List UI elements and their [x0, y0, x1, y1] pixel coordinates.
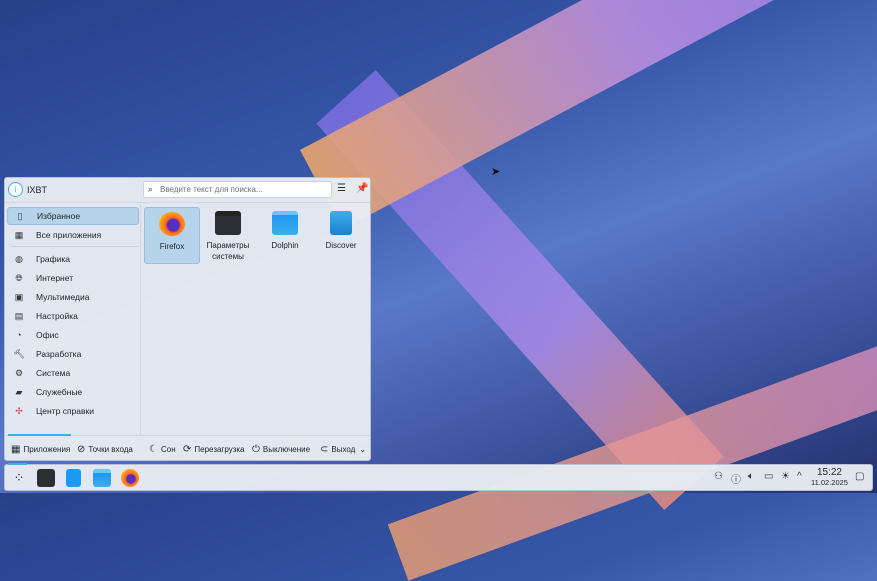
- display-icon[interactable]: ▭: [764, 471, 773, 482]
- tab-applications[interactable]: ▦ Приложения: [11, 444, 70, 455]
- sidebar-item-favorites[interactable]: ▯ Избранное: [7, 207, 139, 225]
- wallpaper-shape: [300, 0, 877, 230]
- app-system-settings[interactable]: Параметры системы: [200, 207, 256, 264]
- system-icon: ⚙: [14, 367, 24, 378]
- menu-footer: ▦ Приложения ⊘ Точки входа ☾ Сон ⟳ Перезагру…: [5, 434, 370, 462]
- sidebar-item-multimedia[interactable]: ▣ Мультимедиа: [7, 288, 139, 306]
- taskbar-discover[interactable]: [66, 469, 81, 487]
- sidebar-item-label: Настройка: [36, 311, 78, 321]
- grid-icon: ▦: [14, 229, 24, 240]
- brightness-icon[interactable]: ☀: [781, 471, 790, 482]
- development-icon: 🔨︎: [13, 348, 25, 359]
- mouse-cursor-icon: ➤: [491, 166, 501, 178]
- chevron-up-icon[interactable]: ^: [797, 471, 802, 482]
- kde-launcher-icon[interactable]: ⁘: [10, 469, 28, 487]
- sidebar-item-label: Интернет: [36, 273, 74, 283]
- sidebar-item-label: Система: [36, 368, 71, 378]
- divider: [10, 246, 138, 247]
- logout-icon: ⊂: [320, 444, 329, 455]
- active-tab-indicator: [8, 434, 71, 436]
- sidebar-item-internet[interactable]: 🌐︎ Интернет: [7, 269, 139, 287]
- taskbar-system-settings[interactable]: [37, 469, 55, 487]
- search-icon: ⌕: [148, 184, 154, 194]
- app-discover[interactable]: Discover: [313, 207, 369, 264]
- sidebar-item-all-apps[interactable]: ▦ Все приложения: [7, 226, 139, 244]
- button-label: Сон: [160, 445, 176, 454]
- sidebar-item-label: Офис: [36, 330, 59, 340]
- sidebar-item-label: Мультимедиа: [36, 292, 90, 302]
- office-icon: ◔: [16, 330, 22, 340]
- sidebar-item-label: Графика: [36, 254, 70, 264]
- utilities-icon: ▰: [15, 386, 23, 397]
- clock-time: 15:22: [816, 467, 842, 478]
- sidebar-item-settings[interactable]: ▤ Настройка: [7, 307, 139, 325]
- sidebar-item-system[interactable]: ⚙ Система: [7, 364, 139, 382]
- sidebar-item-help[interactable]: ✣ Центр справки: [7, 402, 139, 420]
- sidebar-item-label: Избранное: [37, 211, 81, 221]
- show-desktop-icon[interactable]: ▢: [855, 471, 864, 482]
- bookmark-icon: ▯: [17, 210, 23, 221]
- sidebar-item-development[interactable]: 🔨︎ Разработка: [7, 345, 139, 363]
- sidebar-item-label: Все приложения: [36, 230, 102, 240]
- help-icon: ✣: [15, 405, 23, 416]
- tab-label: Точки входа: [88, 445, 133, 454]
- sleep-button[interactable]: ☾ Сон: [149, 444, 176, 455]
- sidebar-item-utilities[interactable]: ▰ Служебные: [7, 383, 139, 401]
- grid-icon: ▦: [11, 444, 21, 455]
- restart-button[interactable]: ⟳ Перезагрузка: [183, 444, 245, 455]
- app-label: Параметры системы: [206, 241, 250, 261]
- app-dolphin[interactable]: Dolphin: [257, 207, 313, 264]
- app-label: Firefox: [159, 242, 185, 251]
- sidebar-item-label: Центр справки: [36, 406, 94, 416]
- graphics-icon: ◍: [15, 253, 23, 264]
- tab-label: Приложения: [23, 445, 71, 454]
- logout-button[interactable]: ⊂ Выход ⌄: [320, 444, 366, 455]
- restart-icon: ⟳: [183, 444, 192, 455]
- updates-icon[interactable]: ⓘ: [731, 471, 741, 486]
- button-label: Выключение: [262, 445, 311, 454]
- sidebar-item-office[interactable]: ◔ Офис: [7, 326, 139, 344]
- sidebar-item-label: Разработка: [36, 349, 82, 359]
- taskbar: ⁘ ⚇ ⓘ 🔈︎ ▭ ☀ ^ 15:22 11.02.2025 ▢: [4, 463, 873, 491]
- clock-date: 11.02.2025: [811, 478, 848, 487]
- sidebar-item-label: Служебные: [36, 387, 83, 397]
- moon-icon: ☾: [149, 444, 158, 455]
- search-input[interactable]: ⌕ Введите текст для поиска...: [143, 181, 332, 198]
- network-icon[interactable]: ⚇: [714, 471, 723, 482]
- compass-icon: ⊘: [77, 444, 86, 455]
- shutdown-button[interactable]: ⏻ Выключение: [252, 444, 310, 455]
- system-settings-icon: [215, 211, 241, 235]
- sidebar-item-graphics[interactable]: ◍ Графика: [7, 250, 139, 268]
- user-name: IXBT: [27, 185, 48, 195]
- taskbar-dolphin[interactable]: [93, 469, 111, 487]
- sidebar: ▯ Избранное ▦ Все приложения ◍ Графика 🌐︎ Ин…: [5, 204, 141, 435]
- chevron-down-icon: ⌄: [359, 445, 367, 454]
- firefox-icon: [159, 212, 185, 236]
- volume-icon[interactable]: 🔈︎: [748, 471, 754, 482]
- button-label: Выход: [331, 445, 356, 454]
- power-icon: ⏻: [252, 444, 260, 455]
- app-label: Dolphin: [271, 241, 299, 250]
- multimedia-icon: ▣: [14, 291, 24, 302]
- active-indicator: [8, 463, 27, 465]
- button-label: Перезагрузка: [194, 445, 245, 454]
- menu-header: i IXBT ⌕ Введите текст для поиска... ☰ 📌: [5, 178, 370, 203]
- tab-places[interactable]: ⊘ Точки входа: [77, 444, 133, 455]
- pin-icon[interactable]: 📌: [356, 183, 368, 194]
- application-launcher-menu: i IXBT ⌕ Введите текст для поиска... ☰ 📌 …: [4, 177, 371, 461]
- taskbar-firefox[interactable]: [121, 469, 139, 487]
- dolphin-folder-icon: [272, 211, 298, 235]
- settings-icon: ▤: [14, 310, 24, 321]
- globe-icon: 🌐︎: [15, 272, 23, 283]
- app-firefox[interactable]: Firefox: [144, 207, 200, 264]
- configure-icon[interactable]: ☰: [337, 183, 346, 194]
- search-placeholder: Введите текст для поиска...: [160, 185, 263, 194]
- app-label: Discover: [325, 241, 357, 250]
- clock[interactable]: 15:22 11.02.2025: [811, 468, 848, 488]
- avatar[interactable]: i: [8, 182, 23, 197]
- discover-bag-icon: [330, 211, 352, 235]
